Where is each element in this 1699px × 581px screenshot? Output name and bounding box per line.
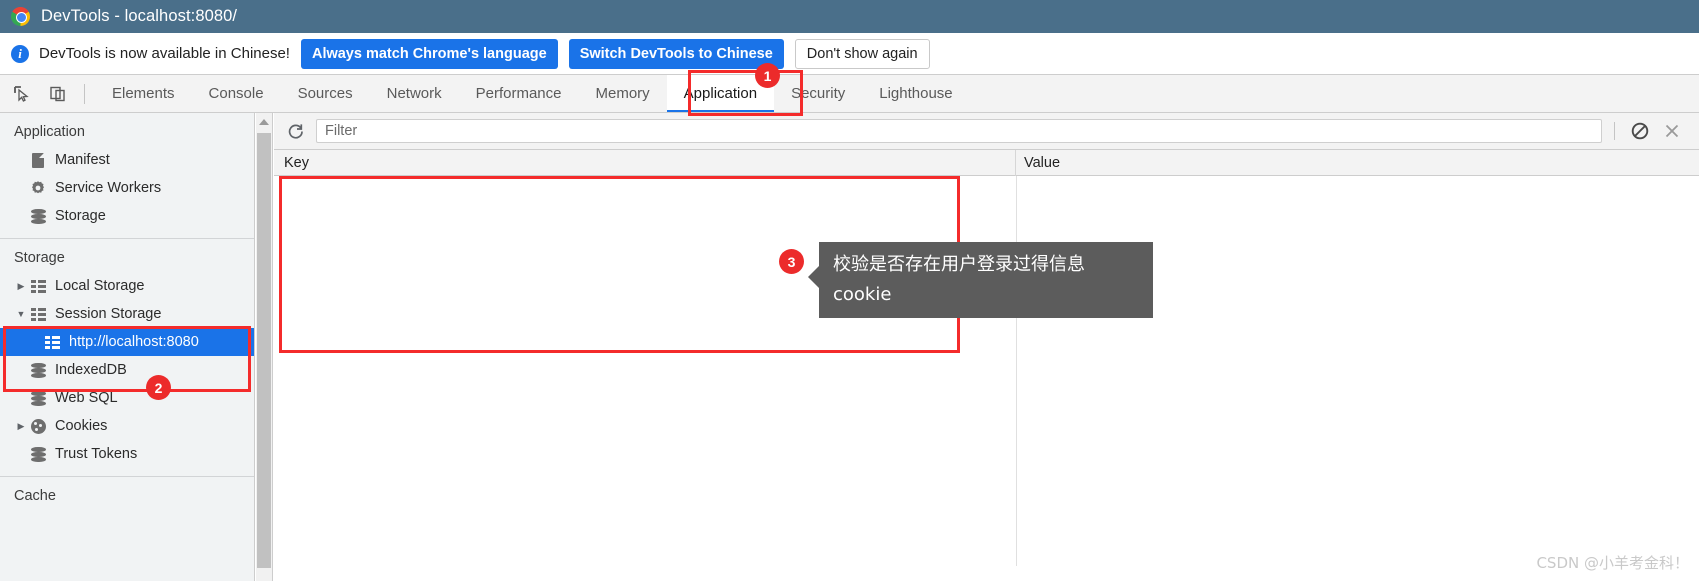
sidebar-item-local-storage[interactable]: ▶ Local Storage — [0, 272, 254, 300]
chevron-right-icon[interactable]: ▶ — [14, 281, 28, 292]
devtools-tab-strip: Elements Console Sources Network Perform… — [0, 75, 1699, 113]
column-header-value[interactable]: Value — [1016, 150, 1699, 176]
annotation-tooltip: 校验是否存在用户登录过得信息cookie — [808, 242, 1153, 318]
annotation-badge-2: 2 — [146, 375, 171, 400]
sidebar-item-label: Web SQL — [55, 390, 118, 406]
window-title-bar: DevTools - localhost:8080/ — [0, 0, 1699, 33]
toolbar-divider — [84, 83, 85, 104]
watermark: CSDN @小羊考金科！ — [1536, 554, 1689, 572]
dont-show-again-button[interactable]: Don't show again — [794, 38, 930, 69]
filter-input[interactable] — [316, 119, 1602, 143]
sidebar-item-storage[interactable]: ▶ Storage — [0, 202, 254, 230]
storage-toolbar — [274, 113, 1699, 150]
tab-memory[interactable]: Memory — [579, 75, 667, 112]
sidebar-scrollbar[interactable] — [256, 113, 273, 581]
tab-performance[interactable]: Performance — [459, 75, 579, 112]
sidebar-item-label: IndexedDB — [55, 362, 127, 378]
document-icon — [28, 151, 48, 169]
tab-network[interactable]: Network — [370, 75, 459, 112]
language-info-bar: i DevTools is now available in Chinese! … — [0, 33, 1699, 75]
scroll-up-arrow-icon[interactable] — [259, 119, 269, 125]
cookie-icon — [28, 417, 48, 435]
storage-table-header: Key Value — [274, 149, 1699, 176]
window-title: DevTools - localhost:8080/ — [41, 7, 238, 25]
tab-console[interactable]: Console — [192, 75, 281, 112]
sidebar-item-cookies[interactable]: ▶ Cookies — [0, 412, 254, 440]
sidebar-item-trust-tokens[interactable]: ▶ Trust Tokens — [0, 440, 254, 468]
sidebar-item-session-storage[interactable]: ▼ Session Storage — [0, 300, 254, 328]
database-icon — [28, 361, 48, 379]
database-icon — [28, 445, 48, 463]
storage-panel: Key Value — [274, 113, 1699, 581]
refresh-icon[interactable] — [282, 118, 308, 144]
switch-to-chinese-button[interactable]: Switch DevTools to Chinese — [568, 38, 784, 69]
info-icon: i — [11, 44, 29, 63]
annotation-badge-1: 1 — [755, 63, 780, 88]
table-icon — [42, 333, 62, 351]
gear-icon — [28, 179, 48, 197]
sidebar-item-label: Local Storage — [55, 278, 145, 294]
sidebar-section-application-title: Application — [14, 124, 85, 140]
infobar-message: DevTools is now available in Chinese! — [39, 45, 290, 62]
sidebar-item-label: http://localhost:8080 — [69, 334, 199, 350]
inspect-element-icon[interactable] — [8, 80, 36, 108]
sidebar-item-label: Manifest — [55, 152, 110, 168]
clear-all-icon[interactable] — [1627, 118, 1653, 144]
sidebar-section-cache-title: Cache — [14, 488, 56, 504]
sidebar-item-label: Session Storage — [55, 306, 162, 322]
column-header-key[interactable]: Key — [274, 149, 1016, 176]
sidebar-item-session-storage-origin[interactable]: http://localhost:8080 — [0, 328, 254, 356]
storage-table-body[interactable] — [274, 176, 1699, 566]
scrollbar-thumb[interactable] — [257, 133, 271, 568]
chevron-down-icon[interactable]: ▼ — [14, 309, 28, 319]
sidebar-item-label: Trust Tokens — [55, 446, 138, 462]
chevron-right-icon[interactable]: ▶ — [14, 421, 28, 432]
application-sidebar: Application ▶ Manifest ▶ Service Workers… — [0, 113, 255, 581]
toggle-device-toolbar-icon[interactable] — [44, 80, 72, 108]
sidebar-item-indexeddb[interactable]: ▶ IndexedDB — [0, 356, 254, 384]
tab-sources[interactable]: Sources — [281, 75, 370, 112]
toolbar-divider — [1614, 122, 1615, 140]
chrome-logo-icon — [11, 7, 30, 26]
database-icon — [28, 207, 48, 225]
tab-elements[interactable]: Elements — [95, 75, 192, 112]
sidebar-item-web-sql[interactable]: ▶ Web SQL — [0, 384, 254, 412]
sidebar-section-storage-title: Storage — [14, 250, 65, 266]
sidebar-item-service-workers[interactable]: ▶ Service Workers — [0, 174, 254, 202]
always-match-language-button[interactable]: Always match Chrome's language — [300, 38, 558, 69]
database-icon — [28, 389, 48, 407]
tab-security[interactable]: Security — [774, 75, 862, 112]
column-separator — [1016, 176, 1017, 566]
sidebar-item-label: Cookies — [55, 418, 108, 434]
table-icon — [28, 305, 48, 323]
sidebar-item-label: Service Workers — [55, 180, 162, 196]
tab-lighthouse[interactable]: Lighthouse — [862, 75, 969, 112]
devtools-window: DevTools - localhost:8080/ i DevTools is… — [0, 0, 1699, 581]
annotation-badge-3: 3 — [779, 249, 804, 274]
delete-selected-icon[interactable] — [1659, 118, 1685, 144]
sidebar-item-label: Storage — [55, 208, 106, 224]
sidebar-item-manifest[interactable]: ▶ Manifest — [0, 146, 254, 174]
table-icon — [28, 277, 48, 295]
